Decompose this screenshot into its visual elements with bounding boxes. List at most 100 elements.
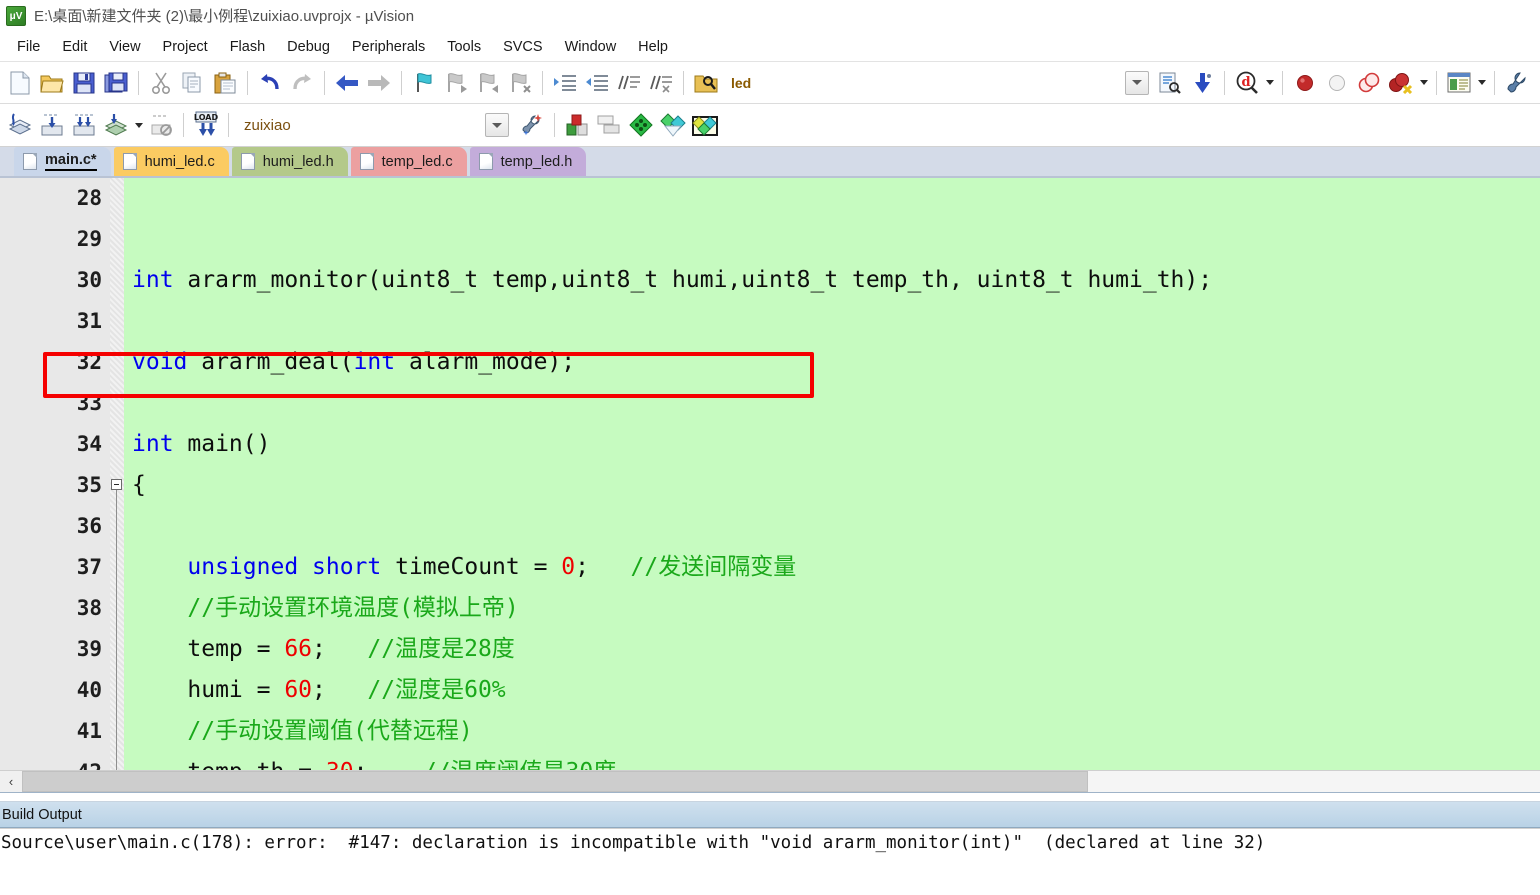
translate-file-icon[interactable] [5,110,35,140]
disable-breakpoint-icon[interactable] [1322,68,1352,98]
fold-guide-line [116,490,117,770]
menu-edit[interactable]: Edit [51,36,98,58]
debug-magnifier-icon[interactable]: d [1232,68,1262,98]
menu-svcs[interactable]: SVCS [492,36,554,58]
insert-breakpoint-icon[interactable] [1290,68,1320,98]
tab-humi-led-c[interactable]: humi_led.c [113,147,229,176]
line-number: 28 [76,186,102,210]
batch-build-icon[interactable] [101,110,131,140]
uvision-icon [6,5,26,26]
save-icon[interactable] [69,68,99,98]
pane-splitter[interactable] [0,792,1540,802]
find-combo[interactable]: led [722,69,922,96]
code-editor[interactable]: 28 29 30 31 32 33 34 35 36 37 38 39 40 41 42 int ararm… [0,178,1540,770]
menu-peripherals[interactable]: Peripherals [341,36,436,58]
cut-icon[interactable] [146,68,176,98]
configuration-wizard-icon[interactable] [1502,68,1532,98]
tab-temp-led-c[interactable]: temp_led.c [350,147,467,176]
stop-build-icon[interactable] [146,110,176,140]
build-target-icon[interactable] [37,110,67,140]
indent-left-icon[interactable] [582,68,612,98]
navigate-forwards-icon[interactable] [364,68,394,98]
scrollbar-track[interactable] [22,771,1540,792]
manage-windows-icon[interactable] [1444,68,1474,98]
rebuild-all-icon[interactable] [69,110,99,140]
download-to-flash-icon[interactable]: LOAD [191,110,221,140]
tab-main-c[interactable]: main.c* [14,147,111,176]
tab-temp-led-h[interactable]: temp_led.h [469,147,587,176]
menu-project[interactable]: Project [152,36,219,58]
document-icon [359,153,374,170]
menu-flash[interactable]: Flash [219,36,276,58]
clear-bookmarks-icon[interactable] [505,68,535,98]
uncomment-selection-icon[interactable] [646,68,676,98]
line-number-gutter: 28 29 30 31 32 33 34 35 36 37 38 39 40 41 42 [0,178,110,770]
navigate-backwards-icon[interactable] [332,68,362,98]
insert-bookmark-icon[interactable] [409,68,439,98]
manage-multi-project-icon[interactable] [594,110,624,140]
menu-window[interactable]: Window [554,36,628,58]
menu-debug[interactable]: Debug [276,36,341,58]
books-window-icon[interactable] [626,110,656,140]
fold-margin[interactable] [110,178,124,770]
target-options-icon[interactable] [517,110,547,140]
scroll-left-arrow-icon[interactable]: ‹ [0,771,22,792]
menu-view[interactable]: View [98,36,151,58]
batch-build-dropdown-icon[interactable] [132,111,145,139]
project-combo-value: zuixiao [244,116,291,134]
functions-window-icon[interactable] [658,110,688,140]
windows-dropdown-icon[interactable] [1475,69,1488,97]
disable-all-breakpoints-icon[interactable] [1354,68,1384,98]
start-debug-icon[interactable] [1187,68,1217,98]
menu-tools[interactable]: Tools [436,36,492,58]
new-file-icon[interactable] [5,68,35,98]
window-title: E:\桌面\新建文件夹 (2)\最小例程\zuixiao.uvprojx - µ… [34,8,415,25]
prev-bookmark-icon[interactable] [441,68,471,98]
svg-text:d: d [1241,75,1250,90]
find-combo-dropdown[interactable] [1125,70,1149,95]
save-all-icon[interactable] [101,68,131,98]
next-bookmark-icon[interactable] [473,68,503,98]
comment-selection-icon[interactable] [614,68,644,98]
line-number: 34 [76,432,102,456]
document-icon [23,153,37,170]
toolbar-separator [324,70,325,95]
tab-humi-led-h[interactable]: humi_led.h [231,147,348,176]
paste-icon[interactable] [210,68,240,98]
toolbar-separator [228,113,229,137]
editor-horizontal-scrollbar[interactable]: ‹ [0,770,1540,792]
tab-label: temp_led.h [500,153,573,170]
manage-project-items-icon[interactable] [562,110,592,140]
configure-options-icon[interactable] [1155,68,1185,98]
redo-icon[interactable] [287,68,317,98]
copy-icon[interactable] [178,68,208,98]
indent-right-icon[interactable] [550,68,580,98]
build-toolbar: LOAD zuixiao [0,104,1540,147]
document-icon [122,153,137,170]
build-output-body[interactable]: Source\user\main.c(178): error: #147: de… [0,828,1540,858]
project-combo-dropdown[interactable] [485,113,509,137]
breakpoints-dropdown-icon[interactable] [1417,69,1430,97]
svg-text:LOAD: LOAD [194,113,219,122]
line-number: 29 [76,227,102,251]
line-number: 30 [76,268,102,292]
menu-file[interactable]: File [6,36,51,58]
templates-window-icon[interactable] [690,110,720,140]
line-number: 39 [76,637,102,661]
uvision-window: E:\桌面\新建文件夹 (2)\最小例程\zuixiao.uvprojx - µ… [0,0,1540,895]
menu-help[interactable]: Help [627,36,679,58]
line-number: 32 [76,350,102,374]
kill-all-breakpoints-icon[interactable] [1386,68,1416,98]
open-file-icon[interactable] [37,68,67,98]
line-number: 42 [0,752,110,770]
code-text-area[interactable]: int ararm_monitor(uint8_t temp,uint8_t h… [124,178,1540,770]
toolbar-separator [183,113,184,137]
undo-icon[interactable] [255,68,285,98]
scrollbar-thumb[interactable] [22,771,1088,792]
debug-dropdown-icon[interactable] [1263,69,1276,97]
find-in-files-icon[interactable] [691,68,721,98]
project-combo[interactable]: zuixiao [235,112,445,138]
fold-toggle-icon[interactable] [111,479,122,490]
toolbar-separator [554,113,555,137]
